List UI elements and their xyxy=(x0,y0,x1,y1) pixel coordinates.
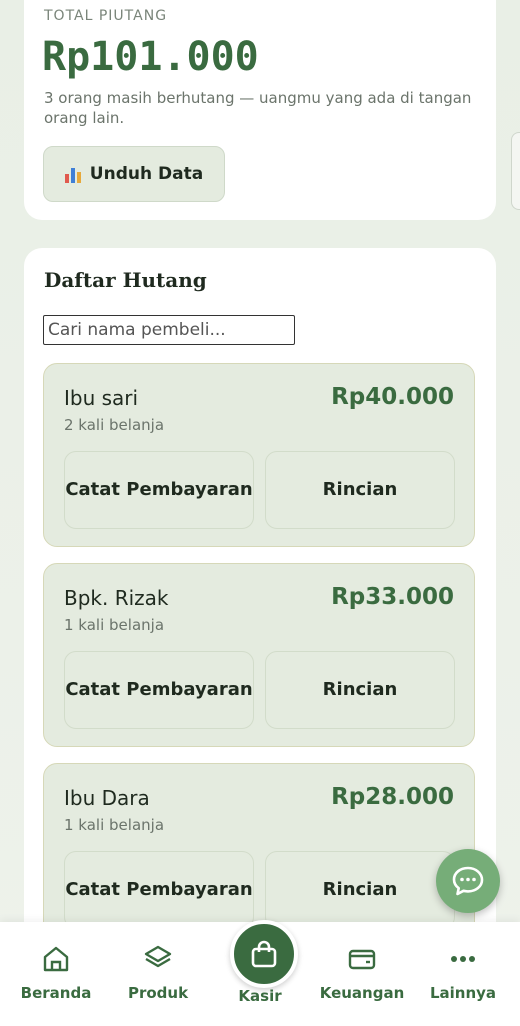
nav-item-lainnya[interactable]: Lainnya xyxy=(413,944,513,1002)
summary-card: TOTAL PIUTANG Rp101.000 3 orang masih be… xyxy=(24,0,496,220)
debt-amount: Rp28.000 xyxy=(331,784,454,810)
chat-button[interactable] xyxy=(436,849,500,913)
nav-item-produk[interactable]: Produk xyxy=(108,944,208,1002)
record-payment-button[interactable]: Catat Pembayaran xyxy=(64,651,254,729)
details-button[interactable]: Rincian xyxy=(265,851,455,929)
debt-list-card: Daftar Hutang Ibu sari 2 kali belanja Rp… xyxy=(24,248,496,948)
scroll-handle[interactable] xyxy=(511,132,520,210)
debt-amount: Rp33.000 xyxy=(331,584,454,610)
download-data-button[interactable]: Unduh Data xyxy=(43,146,225,202)
purchase-count: 1 kali belanja xyxy=(64,616,165,634)
debtor-name: Ibu Dara xyxy=(64,786,150,810)
nav-label: Keuangan xyxy=(319,984,405,1002)
debt-amount: Rp40.000 xyxy=(331,384,454,410)
download-data-label: Unduh Data xyxy=(89,164,204,184)
details-button[interactable]: Rincian xyxy=(265,451,455,529)
debtor-name: Bpk. Rizak xyxy=(64,586,169,610)
summary-label: TOTAL PIUTANG xyxy=(44,8,168,24)
details-button[interactable]: Rincian xyxy=(265,651,455,729)
debt-item: Ibu sari 2 kali belanja Rp40.000 Catat P… xyxy=(43,363,475,547)
nav-item-beranda[interactable]: Beranda xyxy=(6,944,106,1002)
purchase-count: 1 kali belanja xyxy=(64,816,165,834)
purchase-count: 2 kali belanja xyxy=(64,416,165,434)
debt-item: Bpk. Rizak 1 kali belanja Rp33.000 Catat… xyxy=(43,563,475,747)
nav-label: Lainnya xyxy=(429,984,497,1002)
summary-description: 3 orang masih berhutang — uangmu yang ad… xyxy=(44,89,472,127)
more-icon xyxy=(451,956,475,962)
home-icon xyxy=(43,946,69,972)
debt-list-title: Daftar Hutang xyxy=(44,268,207,292)
nav-label: Beranda xyxy=(20,984,92,1002)
debtor-name: Ibu sari xyxy=(64,386,139,410)
box-icon xyxy=(144,945,172,968)
nav-item-kasir[interactable] xyxy=(230,920,298,988)
nav-item-keuangan[interactable]: Keuangan xyxy=(312,944,412,1002)
record-payment-button[interactable]: Catat Pembayaran xyxy=(64,851,254,929)
total-amount: Rp101.000 xyxy=(42,34,259,80)
shopping-bag-icon xyxy=(251,940,277,968)
bottom-nav: Beranda Produk Kasir Keuangan Lainnya xyxy=(0,920,520,1026)
search-input[interactable] xyxy=(43,315,295,345)
chat-bubble-icon xyxy=(452,866,484,896)
nav-label: Produk xyxy=(127,984,189,1002)
nav-label-kasir: Kasir xyxy=(238,987,282,1005)
wallet-icon xyxy=(348,949,376,970)
bar-chart-icon xyxy=(64,165,83,183)
record-payment-button[interactable]: Catat Pembayaran xyxy=(64,451,254,529)
